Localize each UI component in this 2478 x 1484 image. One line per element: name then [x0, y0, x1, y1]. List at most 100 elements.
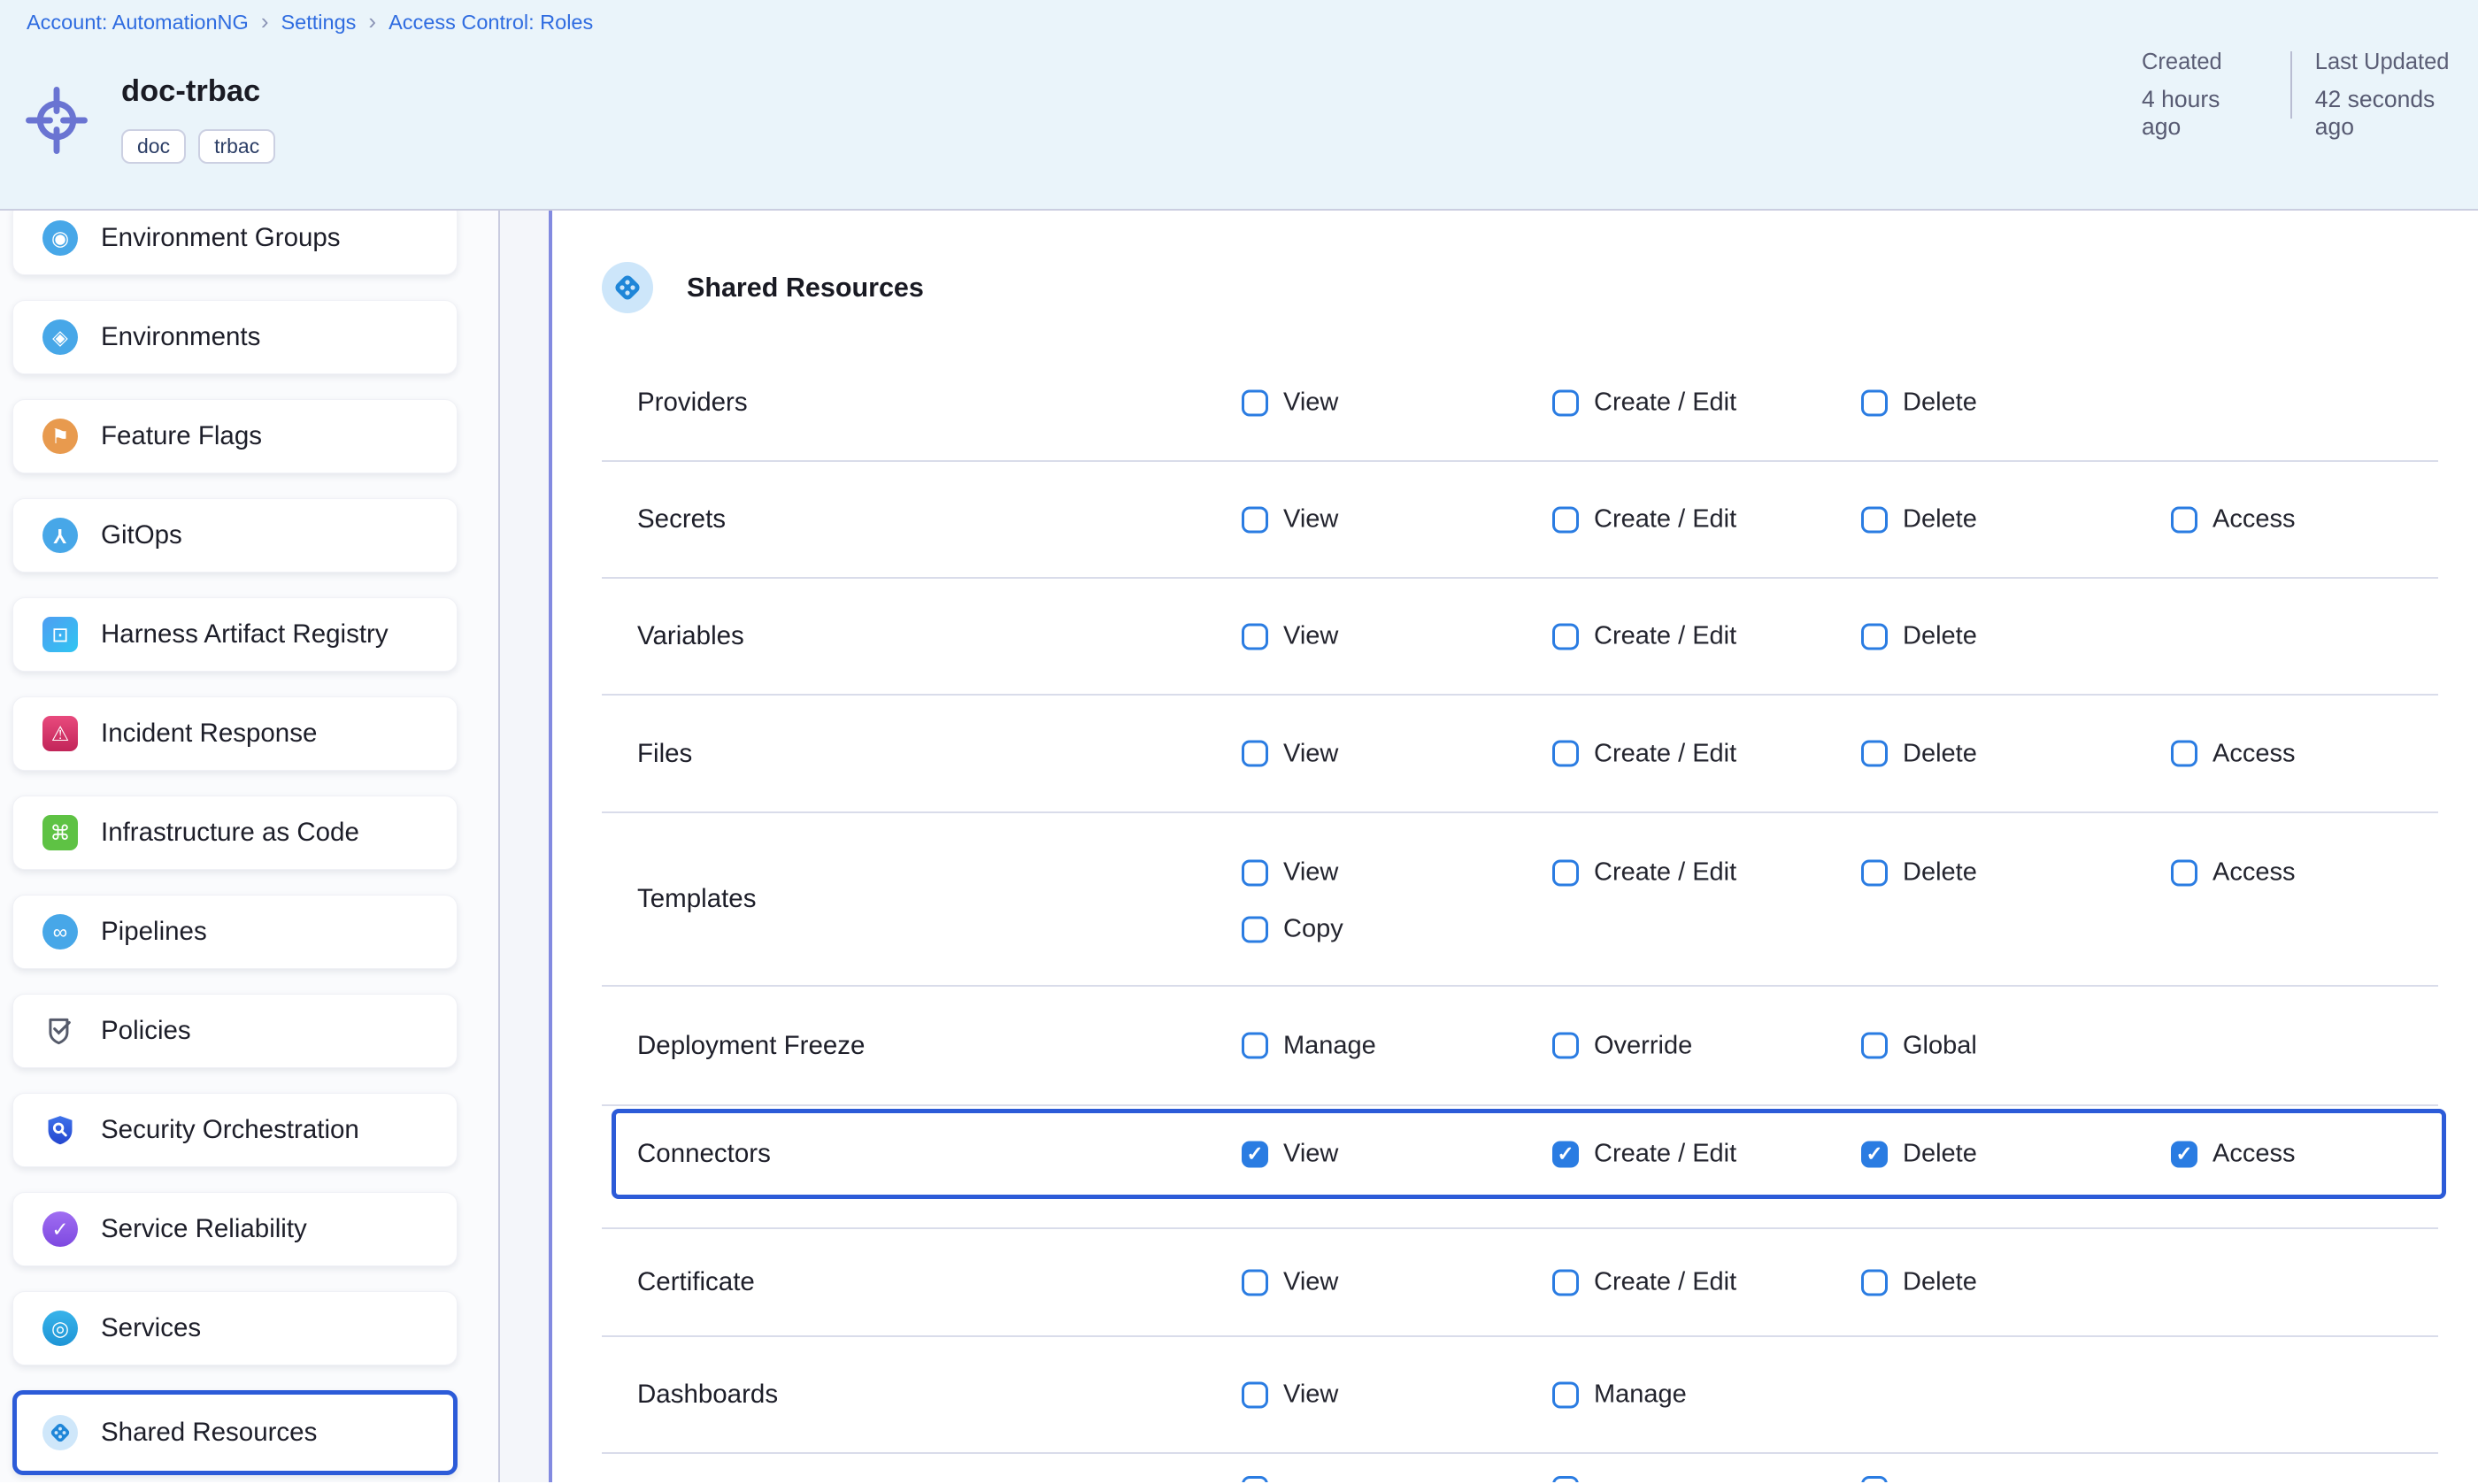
- sidebar-item-policies[interactable]: Policies: [12, 994, 458, 1068]
- permission-label: Create / Edit: [1594, 1268, 1736, 1297]
- unchecked-checkbox[interactable]: [1552, 1476, 1579, 1482]
- sidebar-item-service-reliability[interactable]: ✓Service Reliability: [12, 1192, 458, 1266]
- unchecked-checkbox[interactable]: [1552, 859, 1579, 886]
- unchecked-checkbox[interactable]: [2171, 506, 2197, 533]
- sidebar-item-security-orchestration[interactable]: Security Orchestration: [12, 1093, 458, 1167]
- permission-certificate-delete[interactable]: Delete: [1861, 1268, 1977, 1297]
- permission-label: Delete: [1903, 505, 1977, 534]
- unchecked-checkbox[interactable]: [1552, 1269, 1579, 1296]
- unchecked-checkbox[interactable]: [1861, 389, 1888, 416]
- permission-partial-col1[interactable]: [1552, 1476, 1579, 1482]
- unchecked-checkbox[interactable]: [1861, 506, 1888, 533]
- unchecked-checkbox[interactable]: [1552, 741, 1579, 767]
- unchecked-checkbox[interactable]: [2171, 859, 2197, 886]
- sidebar-item-environments[interactable]: ◈Environments: [12, 300, 458, 374]
- permission-templates-create-edit[interactable]: Create / Edit: [1552, 858, 1736, 888]
- permission-label: Delete: [1903, 622, 1977, 651]
- permission-secrets-delete[interactable]: Delete: [1861, 505, 1977, 534]
- environments-icon: ◈: [42, 319, 78, 355]
- security-orchestration-icon: [42, 1112, 78, 1148]
- unchecked-checkbox[interactable]: [1242, 1033, 1268, 1059]
- permission-deployment-freeze-manage[interactable]: Manage: [1242, 1031, 1376, 1060]
- sidebar-item-services[interactable]: ◎Services: [12, 1291, 458, 1365]
- checked-checkbox[interactable]: ✓: [1552, 1141, 1579, 1167]
- permission-files-delete[interactable]: Delete: [1861, 739, 1977, 768]
- permission-connectors-delete[interactable]: ✓Delete: [1861, 1140, 1977, 1169]
- unchecked-checkbox[interactable]: [1552, 623, 1579, 650]
- breadcrumb-account-link[interactable]: Account: AutomationNG: [27, 11, 249, 35]
- permission-dashboards-view[interactable]: View: [1242, 1380, 1338, 1410]
- unchecked-checkbox[interactable]: [1552, 1033, 1579, 1059]
- sidebar-item-label: Feature Flags: [101, 421, 262, 451]
- permission-templates-view[interactable]: View: [1242, 858, 1338, 888]
- infrastructure-as-code-icon: ⌘: [42, 815, 78, 850]
- sidebar-item-incident-response[interactable]: ⚠Incident Response: [12, 696, 458, 771]
- permission-variables-create-edit[interactable]: Create / Edit: [1552, 622, 1736, 651]
- unchecked-checkbox[interactable]: [1242, 741, 1268, 767]
- permission-connectors-create-edit[interactable]: ✓Create / Edit: [1552, 1140, 1736, 1169]
- permission-label: View: [1283, 388, 1338, 418]
- permission-connectors-access[interactable]: ✓Access: [2171, 1140, 2295, 1169]
- permission-certificate-create-edit[interactable]: Create / Edit: [1552, 1268, 1736, 1297]
- unchecked-checkbox[interactable]: [1242, 623, 1268, 650]
- unchecked-checkbox[interactable]: [1861, 741, 1888, 767]
- sidebar-item-environment-groups[interactable]: ◉Environment Groups: [12, 211, 458, 275]
- permission-secrets-access[interactable]: Access: [2171, 505, 2295, 534]
- permissions-row-templates: TemplatesViewCreate / EditDeleteAccessCo…: [602, 813, 2438, 987]
- unchecked-checkbox[interactable]: [1242, 916, 1268, 942]
- permission-variables-view[interactable]: View: [1242, 622, 1338, 651]
- permission-partial-col0[interactable]: [1242, 1476, 1268, 1482]
- sidebar-item-shared-resources[interactable]: Shared Resources: [12, 1390, 458, 1475]
- breadcrumb-roles-link[interactable]: Access Control: Roles: [389, 11, 593, 35]
- sidebar-item-feature-flags[interactable]: ⚑Feature Flags: [12, 399, 458, 473]
- unchecked-checkbox[interactable]: [1242, 506, 1268, 533]
- permission-templates-copy[interactable]: Copy: [1242, 915, 1343, 944]
- permission-dashboards-manage[interactable]: Manage: [1552, 1380, 1687, 1410]
- permission-certificate-view[interactable]: View: [1242, 1268, 1338, 1297]
- permission-providers-delete[interactable]: Delete: [1861, 388, 1977, 418]
- permission-files-view[interactable]: View: [1242, 739, 1338, 768]
- sidebar-item-harness-artifact-registry[interactable]: ⊡Harness Artifact Registry: [12, 597, 458, 672]
- unchecked-checkbox[interactable]: [1242, 389, 1268, 416]
- unchecked-checkbox[interactable]: [1552, 506, 1579, 533]
- permission-secrets-create-edit[interactable]: Create / Edit: [1552, 505, 1736, 534]
- section-header: Shared Resources: [602, 262, 924, 313]
- breadcrumb-settings-link[interactable]: Settings: [281, 11, 356, 35]
- sidebar-item-infrastructure-as-code[interactable]: ⌘Infrastructure as Code: [12, 796, 458, 870]
- section-title: Shared Resources: [687, 273, 924, 304]
- unchecked-checkbox[interactable]: [1242, 1269, 1268, 1296]
- permission-connectors-view[interactable]: ✓View: [1242, 1140, 1338, 1169]
- sidebar-item-label: Incident Response: [101, 719, 317, 749]
- unchecked-checkbox[interactable]: [1861, 623, 1888, 650]
- permission-templates-delete[interactable]: Delete: [1861, 858, 1977, 888]
- permission-templates-access[interactable]: Access: [2171, 858, 2295, 888]
- permission-partial-col2[interactable]: [1861, 1476, 1888, 1482]
- unchecked-checkbox[interactable]: [1861, 859, 1888, 886]
- checked-checkbox[interactable]: ✓: [1242, 1141, 1268, 1167]
- permission-providers-view[interactable]: View: [1242, 388, 1338, 418]
- permission-secrets-view[interactable]: View: [1242, 505, 1338, 534]
- sidebar-item-gitops[interactable]: YGitOps: [12, 498, 458, 573]
- permission-files-access[interactable]: Access: [2171, 739, 2295, 768]
- unchecked-checkbox[interactable]: [1861, 1033, 1888, 1059]
- unchecked-checkbox[interactable]: [2171, 741, 2197, 767]
- unchecked-checkbox[interactable]: [1552, 1381, 1579, 1408]
- unchecked-checkbox[interactable]: [1242, 1476, 1268, 1482]
- permission-label: Create / Edit: [1594, 388, 1736, 418]
- checked-checkbox[interactable]: ✓: [1861, 1141, 1888, 1167]
- permission-deployment-freeze-global[interactable]: Global: [1861, 1031, 1977, 1060]
- unchecked-checkbox[interactable]: [1552, 389, 1579, 416]
- unchecked-checkbox[interactable]: [1242, 1381, 1268, 1408]
- resource-label: Dashboards: [637, 1380, 778, 1410]
- meta-info: Created 4 hours ago Last Updated 42 seco…: [2142, 50, 2478, 141]
- unchecked-checkbox[interactable]: [1861, 1476, 1888, 1482]
- sidebar-item-pipelines[interactable]: ∞Pipelines: [12, 895, 458, 969]
- permission-providers-create-edit[interactable]: Create / Edit: [1552, 388, 1736, 418]
- created-block: Created 4 hours ago: [2142, 50, 2264, 141]
- permission-files-create-edit[interactable]: Create / Edit: [1552, 739, 1736, 768]
- checked-checkbox[interactable]: ✓: [2171, 1141, 2197, 1167]
- permission-variables-delete[interactable]: Delete: [1861, 622, 1977, 651]
- permission-deployment-freeze-override[interactable]: Override: [1552, 1031, 1692, 1060]
- unchecked-checkbox[interactable]: [1242, 859, 1268, 886]
- unchecked-checkbox[interactable]: [1861, 1269, 1888, 1296]
